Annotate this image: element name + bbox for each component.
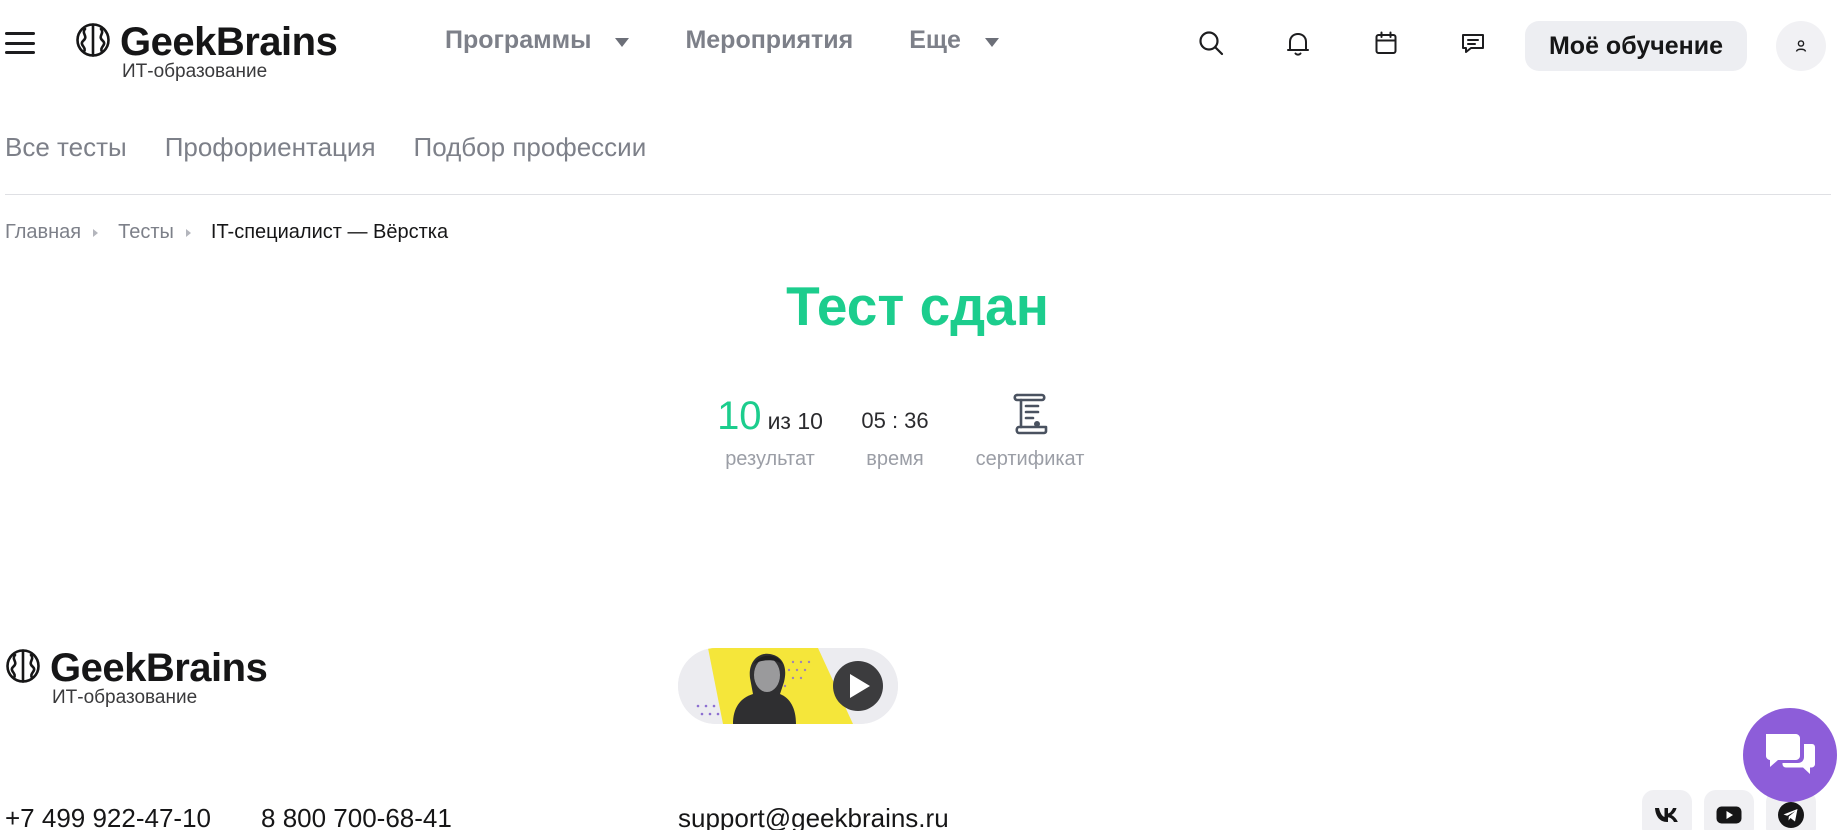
breadcrumb-separator-icon (93, 228, 99, 237)
nav-item-events[interactable]: Мероприятия (685, 26, 853, 55)
phone-free[interactable]: 8 800 700-68-41 (261, 803, 452, 830)
brand-name: GeekBrains (120, 20, 338, 64)
bell-icon[interactable] (1283, 28, 1313, 58)
breadcrumb-separator-icon (185, 228, 191, 237)
vk-icon[interactable] (1642, 790, 1692, 830)
phone-moscow[interactable]: +7 499 922-47-10 (5, 803, 211, 830)
menu-hamburger-icon[interactable] (5, 32, 35, 54)
video-banner[interactable] (678, 648, 898, 724)
result-stats: 10 из 10 результат 05 : 36 время сертифи… (700, 390, 1090, 471)
score-label: результат (725, 448, 815, 470)
chat-bubbles-icon (1766, 734, 1815, 774)
footer-logo[interactable]: GeekBrains ИТ-образование (5, 646, 268, 708)
breadcrumb-tests[interactable]: Тесты (118, 221, 174, 244)
breadcrumb: Главная Тесты IT-специалист — Вёрстка (5, 221, 448, 244)
my-learning-button[interactable]: Моё обучение (1525, 21, 1747, 71)
brain-logo-icon (76, 23, 110, 57)
brand-name: GeekBrains (50, 646, 268, 690)
breadcrumb-home[interactable]: Главная (5, 221, 81, 244)
nav-item-more[interactable]: Еще (909, 26, 999, 55)
tests-subnav: Все тесты Профориентация Подбор професси… (5, 132, 684, 163)
certificate-stat[interactable]: сертификат (970, 390, 1090, 471)
chat-icon[interactable] (1458, 28, 1488, 58)
video-thumbnail (678, 648, 898, 724)
score-total: из 10 (767, 408, 823, 434)
brand-subtitle: ИТ-образование (52, 687, 198, 708)
brain-logo-icon (6, 649, 40, 683)
certificate-scroll-icon[interactable] (1008, 391, 1052, 435)
time-stat: 05 : 36 время (850, 390, 940, 471)
time-label: время (866, 448, 924, 470)
hamburger-line (5, 41, 35, 45)
header-logo[interactable]: GeekBrains ИТ-образование (75, 20, 338, 82)
subnav-item-all-tests[interactable]: Все тесты (5, 132, 127, 163)
chevron-down-icon (984, 38, 999, 47)
brand-subtitle: ИТ-образование (122, 61, 268, 82)
user-icon (1795, 40, 1807, 52)
calendar-icon[interactable] (1371, 28, 1401, 58)
nav-item-label: Программы (445, 26, 592, 54)
chat-widget-button[interactable] (1743, 708, 1837, 802)
hamburger-line (5, 32, 35, 35)
breadcrumb-current: IT-специалист — Вёрстка (210, 221, 449, 243)
subnav-item-career-guidance[interactable]: Профориентация (165, 132, 376, 163)
nav-item-programs[interactable]: Программы (445, 26, 630, 55)
chevron-down-icon (615, 38, 630, 47)
score-value: 10 (717, 394, 762, 438)
score-stat: 10 из 10 результат (700, 390, 840, 471)
certificate-label: сертификат (975, 448, 1085, 470)
subnav-item-profession-selection[interactable]: Подбор профессии (414, 132, 647, 163)
hamburger-line (5, 51, 35, 54)
youtube-icon[interactable] (1704, 790, 1754, 830)
nav-item-label: Мероприятия (685, 26, 854, 54)
time-value: 05 : 36 (861, 408, 929, 433)
search-icon[interactable] (1196, 28, 1226, 58)
main-nav: Программы Мероприятия Еще (445, 26, 1055, 55)
subnav-divider (5, 194, 1831, 195)
support-email[interactable]: support@geekbrains.ru (678, 803, 949, 830)
result-title: Тест сдан (786, 275, 1049, 337)
nav-item-label: Еще (909, 26, 961, 54)
user-avatar[interactable] (1776, 21, 1826, 71)
footer-phones: +7 499 922-47-10 8 800 700-68-41 (5, 803, 502, 830)
